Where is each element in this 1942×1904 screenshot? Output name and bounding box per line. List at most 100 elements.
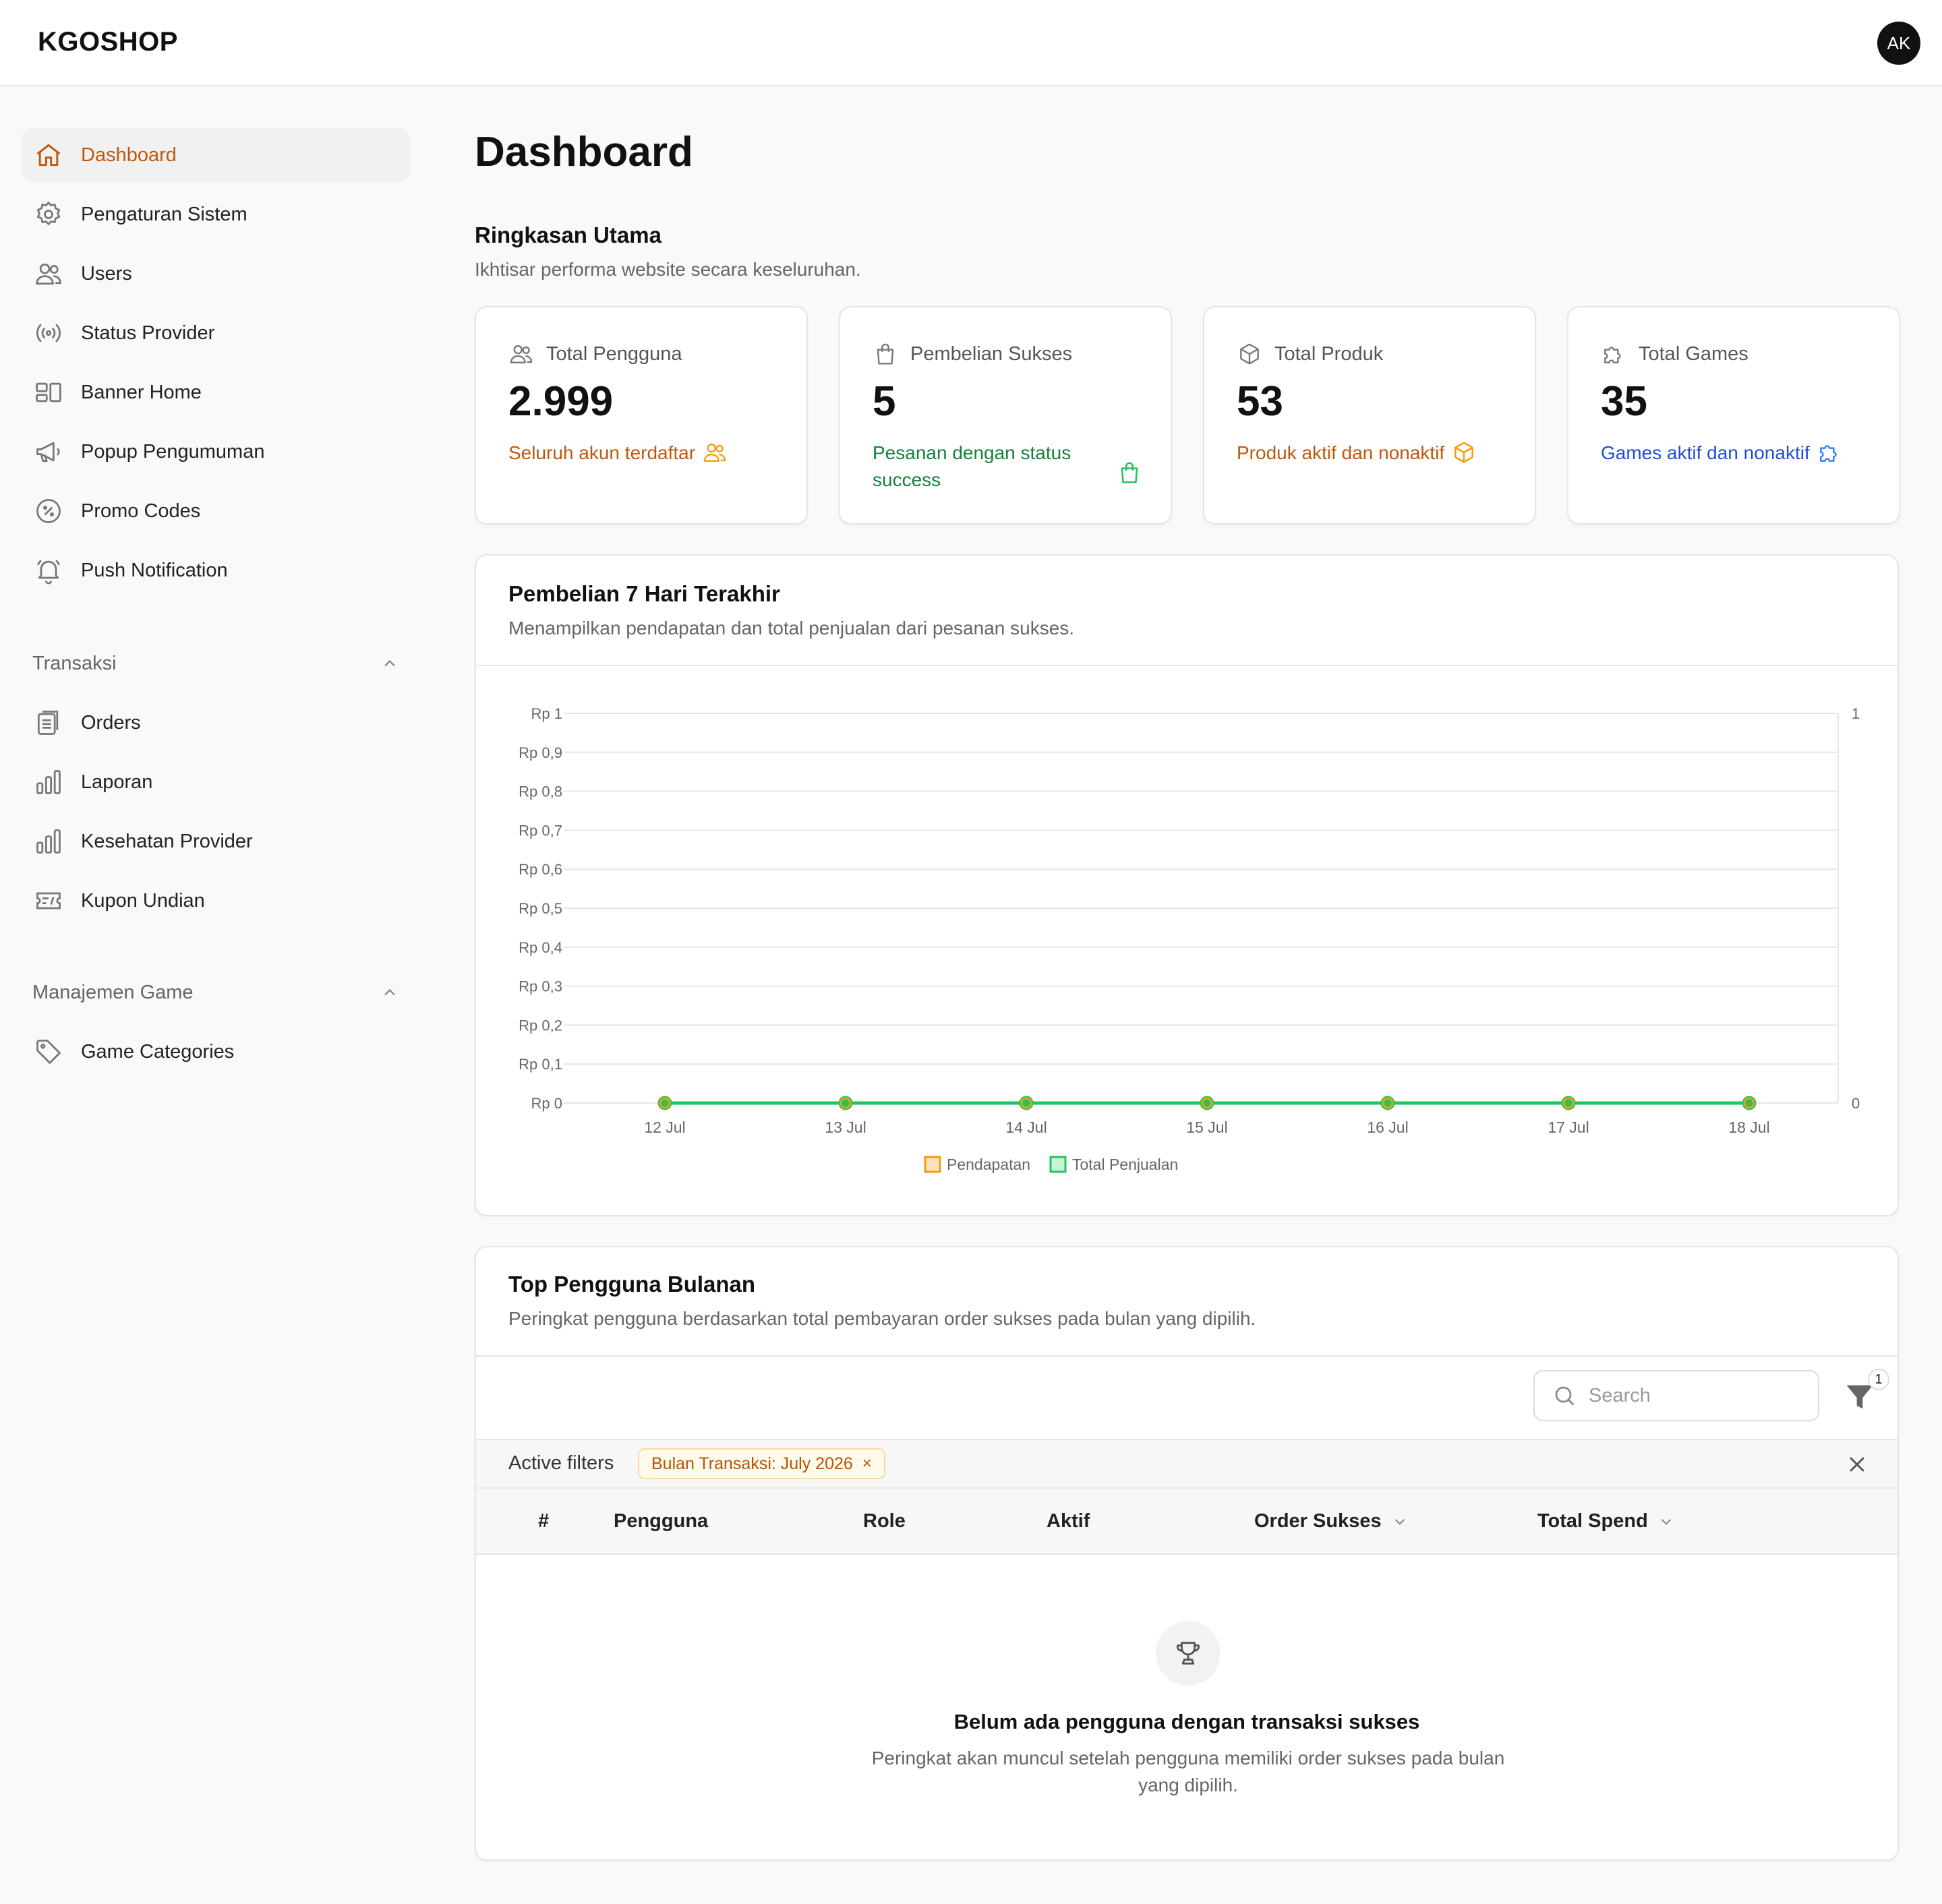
- data-point: [659, 1097, 671, 1109]
- top-users-title: Top Pengguna Bulanan: [508, 1272, 756, 1297]
- data-point: [1201, 1097, 1213, 1109]
- top-users-card: Top Pengguna Bulanan Peringkat pengguna …: [475, 1246, 1899, 1861]
- legend-label: Pendapatan: [947, 1156, 1030, 1173]
- stat-value: 5: [873, 378, 896, 425]
- puzzle-icon: [1819, 445, 1837, 462]
- sidebar-item-laporan[interactable]: Laporan: [22, 755, 410, 809]
- empty-state-icon-wrap: [1156, 1621, 1220, 1686]
- purchases-line-chart[interactable]: Rp 0 Rp 0,1 Rp 0,2 Rp 0,3 Rp 0,4 Rp 0,5 Rp 0,6…: [476, 666, 1897, 1199]
- page-title: Dashboard: [475, 129, 693, 175]
- y-tick-label: Rp 0,3: [519, 978, 562, 995]
- sidebar-item-label: Orders: [81, 711, 141, 734]
- legend-swatch: [924, 1156, 941, 1173]
- x-tick-label: 12 Jul: [644, 1119, 685, 1136]
- sidebar-item-label: Popup Pengumuman: [81, 440, 265, 463]
- filter-chip-label: Bulan Transaksi: July 2026: [651, 1454, 853, 1473]
- legend-swatch: [1049, 1156, 1067, 1173]
- ticket-icon: [34, 886, 63, 916]
- search-input[interactable]: [1589, 1384, 1804, 1407]
- data-point: [1562, 1097, 1575, 1109]
- y-tick-label: Rp 0,8: [519, 783, 562, 800]
- users-icon: [510, 345, 533, 363]
- column-order-sukses[interactable]: Order Sukses: [1254, 1510, 1409, 1533]
- close-icon[interactable]: [1845, 1452, 1869, 1477]
- sidebar-item-label: Users: [81, 262, 132, 285]
- active-filters-label: Active filters: [508, 1452, 614, 1474]
- sidebar-item-label: Game Categories: [81, 1040, 235, 1063]
- sidebar-item-label: Kupon Undian: [81, 889, 205, 912]
- sidebar-item-game-categories[interactable]: Game Categories: [22, 1025, 410, 1079]
- column-role: Role: [863, 1510, 906, 1532]
- x-tick-label: 13 Jul: [825, 1119, 866, 1136]
- column-pengguna: Pengguna: [614, 1510, 709, 1532]
- sidebar-item-promo-codes[interactable]: Promo Codes: [22, 484, 410, 538]
- sidebar-item-push-notification[interactable]: Push Notification: [22, 543, 410, 597]
- chart-subtitle: Menampilkan pendapatan dan total penjual…: [508, 618, 1075, 638]
- filter-chip-remove[interactable]: ×: [862, 1454, 872, 1473]
- sidebar-item-banner-home[interactable]: Banner Home: [22, 365, 410, 419]
- filter-chip-bulan-transaksi[interactable]: Bulan Transaksi: July 2026 ×: [638, 1448, 885, 1479]
- y-tick-label: Rp 0: [531, 1095, 562, 1112]
- filter-count-badge: 1: [1868, 1369, 1889, 1390]
- box-icon: [1240, 343, 1259, 365]
- stat-description: Seluruh akun terdaftar: [508, 442, 696, 463]
- sidebar-section-manajemen-game[interactable]: Manajemen Game: [32, 972, 399, 1013]
- active-filters-bar: Active filters Bulan Transaksi: July 202…: [476, 1439, 1897, 1489]
- sidebar-item-label: Kesehatan Provider: [81, 830, 253, 852]
- sidebar-item-pengaturan-sistem[interactable]: Pengaturan Sistem: [22, 187, 410, 241]
- stat-description: Games aktif dan nonaktif: [1601, 442, 1810, 463]
- y2-tick-label: 0: [1852, 1095, 1860, 1112]
- y-tick-label: Rp 0,5: [519, 900, 562, 917]
- stat-description: Produk aktif dan nonaktif: [1237, 442, 1445, 463]
- stat-label: Pembelian Sukses: [910, 343, 1073, 365]
- y-tick-label: Rp 0,7: [519, 822, 562, 839]
- column-total-spend[interactable]: Total Spend: [1537, 1510, 1675, 1533]
- sidebar-item-label: Banner Home: [81, 381, 202, 403]
- search-field[interactable]: [1533, 1370, 1819, 1421]
- stat-value: 2.999: [508, 378, 614, 425]
- y-tick-label: Rp 0,9: [519, 744, 562, 761]
- sidebar-item-users[interactable]: Users: [22, 247, 410, 301]
- sidebar-item-kesehatan-provider[interactable]: Kesehatan Provider: [22, 814, 410, 868]
- column-rank: #: [538, 1510, 550, 1532]
- divider: [476, 1355, 1897, 1357]
- x-tick-label: 17 Jul: [1548, 1119, 1589, 1136]
- sidebar: Dashboard Pengaturan Sistem Users Status…: [0, 86, 432, 1904]
- stat-label: Total Pengguna: [546, 343, 682, 365]
- shopping-bag-icon: [1121, 462, 1138, 483]
- chart-title: Pembelian 7 Hari Terakhir: [508, 581, 780, 606]
- purchases-chart-card: Pembelian 7 Hari Terakhir Menampilkan pe…: [475, 554, 1899, 1216]
- section-title: Transaksi: [32, 652, 117, 674]
- sidebar-item-label: Dashboard: [81, 144, 177, 166]
- user-avatar[interactable]: AK: [1877, 22, 1920, 65]
- search-icon: [1555, 1386, 1575, 1406]
- users-icon: [34, 259, 63, 289]
- summary-title: Ringkasan Utama: [475, 222, 661, 247]
- top-bar: KGOSHOP AK: [0, 0, 1942, 86]
- box-icon: [1454, 442, 1474, 463]
- summary-subtitle: Ikhtisar performa website secara keselur…: [475, 259, 861, 280]
- stat-card-total-pengguna: Total Pengguna 2.999 Seluruh akun terdaf…: [475, 306, 808, 525]
- table-header: # Pengguna Role Aktif Order Sukses Total…: [476, 1489, 1897, 1555]
- bar-chart-icon: [34, 767, 63, 797]
- sidebar-item-kupon-undian[interactable]: Kupon Undian: [22, 874, 410, 928]
- sidebar-item-popup-pengumuman[interactable]: Popup Pengumuman: [22, 425, 410, 479]
- top-users-subtitle: Peringkat pengguna berdasarkan total pem…: [508, 1308, 1256, 1329]
- sidebar-item-label: Status Provider: [81, 322, 215, 344]
- home-icon: [34, 140, 63, 170]
- shopping-bag-icon: [877, 343, 894, 365]
- sidebar-section-transaksi[interactable]: Transaksi: [32, 643, 399, 684]
- empty-state-subtitle: Peringkat akan muncul setelah pengguna m…: [871, 1748, 1505, 1795]
- data-point: [1020, 1097, 1032, 1109]
- sidebar-item-orders[interactable]: Orders: [22, 696, 410, 750]
- data-point: [1382, 1097, 1394, 1109]
- y-tick-label: Rp 0,1: [519, 1056, 562, 1073]
- percent-badge-icon: [34, 496, 63, 526]
- stat-card-pembelian-sukses: Pembelian Sukses 5 Pesanan dengan status…: [839, 306, 1172, 525]
- tag-icon: [34, 1037, 63, 1067]
- sidebar-item-status-provider[interactable]: Status Provider: [22, 306, 410, 360]
- stat-card-total-games: Total Games 35 Games aktif dan nonaktif: [1567, 306, 1900, 525]
- y2-tick-label: 1: [1852, 705, 1860, 722]
- app-logo[interactable]: KGOSHOP: [38, 27, 178, 57]
- sidebar-item-dashboard[interactable]: Dashboard: [22, 128, 410, 182]
